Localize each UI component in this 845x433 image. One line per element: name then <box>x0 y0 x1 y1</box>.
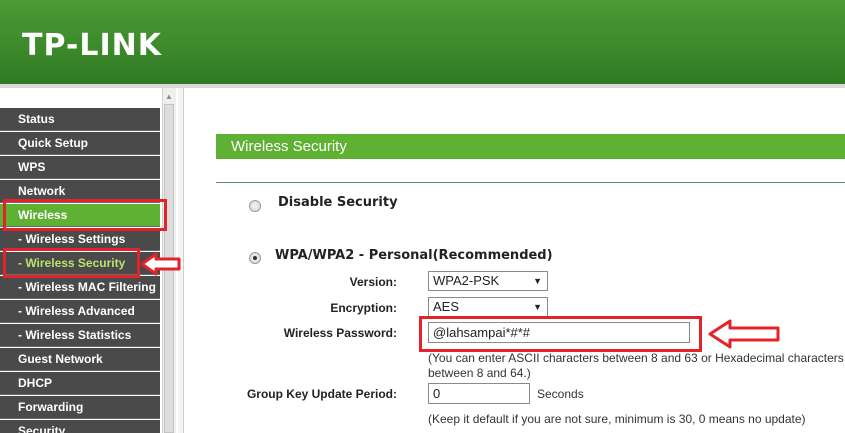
sidebar-item-forwarding[interactable]: Forwarding <box>0 396 160 419</box>
wpa-personal-radio[interactable] <box>249 252 261 264</box>
group-key-hint: (Keep it default if you are not sure, mi… <box>428 412 806 426</box>
sidebar-item-wireless-mac-filtering[interactable]: - Wireless MAC Filtering <box>0 276 160 299</box>
group-key-label: Group Key Update Period: <box>246 387 397 401</box>
wpa-personal-label: WPA/WPA2 - Personal(Recommended) <box>275 248 553 263</box>
chevron-down-icon: ▼ <box>533 276 542 286</box>
password-hint-line2: between 8 and 64.) <box>428 366 531 380</box>
highlight-box-password <box>419 316 702 352</box>
tp-link-logo: TP-LINK <box>22 28 163 63</box>
sidebar-item-wireless-statistics[interactable]: - Wireless Statistics <box>0 324 160 347</box>
group-key-input[interactable]: 0 <box>428 383 530 404</box>
scroll-up-arrow-icon[interactable]: ▲ <box>164 92 174 102</box>
disable-security-label: Disable Security <box>278 195 398 210</box>
left-arrow-icon <box>140 252 181 276</box>
group-key-unit: Seconds <box>537 387 584 401</box>
highlight-box-wireless-security <box>3 248 140 278</box>
section-divider <box>216 182 845 183</box>
password-hint-line1: (You can enter ASCII characters between … <box>428 351 844 365</box>
version-label: Version: <box>349 275 397 289</box>
chevron-down-icon: ▼ <box>533 302 542 312</box>
sidebar-item-wireless-advanced[interactable]: - Wireless Advanced <box>0 300 160 323</box>
section-title-bar: Wireless Security <box>216 134 845 159</box>
app-header: TP-LINK <box>0 0 845 84</box>
encryption-label: Encryption: <box>330 301 397 315</box>
sidebar-item-guest-network[interactable]: Guest Network <box>0 348 160 371</box>
sidebar-item-wps[interactable]: WPS <box>0 156 160 179</box>
sidebar-item-dhcp[interactable]: DHCP <box>0 372 160 395</box>
encryption-select[interactable]: AES ▼ <box>428 297 548 317</box>
version-select[interactable]: WPA2-PSK ▼ <box>428 271 548 291</box>
sidebar-item-status[interactable]: Status <box>0 108 160 131</box>
highlight-box-wireless <box>3 199 167 231</box>
sidebar-item-security[interactable]: Security <box>0 420 160 433</box>
wireless-password-label: Wireless Password: <box>283 326 397 340</box>
disable-security-radio[interactable] <box>249 200 261 212</box>
left-arrow-icon <box>708 319 780 349</box>
sidebar-item-quick-setup[interactable]: Quick Setup <box>0 132 160 155</box>
